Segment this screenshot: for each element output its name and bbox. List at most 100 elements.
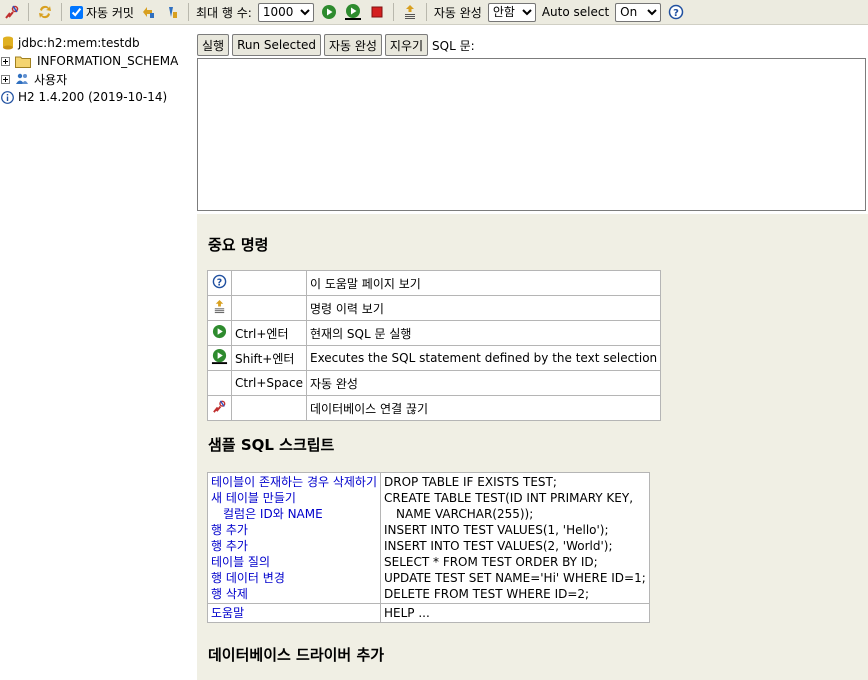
tree-item-label: 사용자 (34, 72, 68, 87)
auto-commit-label: 자동 커밋 (86, 5, 134, 20)
tree-item-label: jdbc:h2:mem:testdb (18, 36, 140, 50)
samples-table: 테이블이 존재하는 경우 삭제하기 새 테이블 만들기 컬럼은 ID와 NAME… (206, 472, 650, 623)
toolbar-separator (392, 3, 394, 21)
cmd-icon-cell (207, 345, 232, 371)
stop-icon[interactable] (367, 2, 387, 22)
tree-item-connection[interactable]: jdbc:h2:mem:testdb (0, 34, 196, 52)
tree-item-version: H2 1.4.200 (2019-10-14) (0, 88, 196, 106)
tree-item-information-schema[interactable]: INFORMATION_SCHEMA (0, 52, 196, 70)
sample-link-select[interactable]: 테이블 질의 (211, 554, 377, 570)
help-link-cell: 도움말 (206, 603, 382, 623)
toolbar-separator (187, 3, 189, 21)
sample-code-cell: DROP TABLE IF EXISTS TEST; CREATE TABLE … (380, 472, 650, 604)
rollback-icon[interactable] (138, 2, 158, 22)
sample-sql-title: 샘플 SQL 스크립트 (208, 436, 335, 454)
table-row: 도움말 HELP ... (206, 603, 650, 623)
cmd-icon-cell: ? (207, 270, 232, 296)
auto-commit-checkbox[interactable]: 자동 커밋 (68, 4, 134, 21)
cmd-desc: Executes the SQL statement defined by th… (305, 345, 662, 371)
expand-icon[interactable] (1, 56, 10, 66)
run-icon[interactable] (212, 324, 227, 339)
help-icon[interactable]: ? (212, 274, 227, 289)
commands-table: ? 이 도움말 페이지 보기 명령 이력 보기 Ctrl+엔터 현재의 SQL (207, 270, 662, 421)
cmd-desc: 현재의 SQL 문 실행 (305, 320, 662, 346)
sample-code-line: UPDATE TEST SET NAME='Hi' WHERE ID=1; (384, 571, 646, 585)
sql-label: SQL 문: (432, 38, 475, 53)
run-selected-button[interactable]: Run Selected (232, 34, 321, 56)
toolbar-separator (61, 3, 62, 21)
add-drivers-title: 데이터베이스 드라이버 추가 (208, 646, 385, 664)
cmd-key (231, 295, 307, 321)
sample-code-line: CREATE TABLE TEST(ID INT PRIMARY KEY, (384, 491, 634, 505)
sample-code-line: SELECT * FROM TEST ORDER BY ID; (384, 555, 598, 569)
help-icon[interactable]: ? (666, 2, 686, 22)
sql-input[interactable] (197, 58, 866, 211)
cmd-key: Ctrl+엔터 (231, 320, 307, 346)
folder-icon (15, 55, 31, 68)
table-row: Ctrl+엔터 현재의 SQL 문 실행 (207, 320, 662, 346)
sample-link-update[interactable]: 행 데이터 변경 (211, 570, 377, 586)
object-tree: jdbc:h2:mem:testdb INFORMATION_SCHEMA 사용… (0, 34, 196, 680)
sample-code-line: DROP TABLE IF EXISTS TEST; (384, 475, 557, 489)
refresh-icon[interactable] (35, 2, 55, 22)
expand-icon[interactable] (1, 74, 10, 84)
users-icon (15, 72, 29, 86)
tree-item-users[interactable]: 사용자 (0, 70, 196, 88)
sample-link-drop-table[interactable]: 테이블이 존재하는 경우 삭제하기 (211, 474, 377, 490)
cmd-desc: 자동 완성 (305, 370, 662, 396)
toolbar-separator (425, 3, 427, 21)
sample-link-insert-1[interactable]: 행 추가 (211, 522, 377, 538)
sample-link-columns[interactable]: 컬럼은 ID와 NAME (211, 506, 377, 522)
execute-button[interactable]: 실행 (197, 34, 230, 56)
auto-complete-select[interactable]: 안함 (487, 2, 536, 22)
table-row: 데이터베이스 연결 끊기 (207, 395, 662, 421)
clear-button[interactable]: 지우기 (384, 34, 429, 56)
sample-links-cell: 테이블이 존재하는 경우 삭제하기 새 테이블 만들기 컬럼은 ID와 NAME… (206, 472, 382, 604)
cmd-icon-cell (207, 295, 232, 321)
sample-link-insert-2[interactable]: 행 추가 (211, 538, 377, 554)
toolbar: 자동 커밋 최대 행 수: 1000 자동 완성 안함 Auto select … (0, 0, 868, 25)
sample-code-line: HELP ... (384, 606, 430, 620)
cmd-desc: 데이터베이스 연결 끊기 (305, 395, 662, 421)
auto-complete-label: 자동 완성 (433, 5, 482, 20)
sample-code-line: DELETE FROM TEST WHERE ID=2; (384, 587, 590, 601)
table-row: 테이블이 존재하는 경우 삭제하기 새 테이블 만들기 컬럼은 ID와 NAME… (206, 472, 650, 604)
important-commands-title: 중요 명령 (208, 236, 269, 254)
run-selected-icon[interactable] (343, 2, 363, 22)
history-icon[interactable] (212, 299, 227, 314)
disconnect-icon[interactable] (212, 399, 227, 414)
table-row: ? 이 도움말 페이지 보기 (207, 270, 662, 296)
history-icon[interactable] (400, 2, 420, 22)
cmd-icon-cell (207, 395, 232, 421)
query-toolbar: 실행 Run Selected 자동 완성 지우기 SQL 문: (197, 33, 475, 57)
sample-link-create-table[interactable]: 새 테이블 만들기 (211, 490, 377, 506)
cmd-desc: 명령 이력 보기 (305, 295, 662, 321)
disconnect-icon[interactable] (2, 2, 22, 22)
table-row: Shift+엔터 Executes the SQL statement defi… (207, 345, 662, 371)
tree-item-label: H2 1.4.200 (2019-10-14) (18, 90, 168, 104)
max-rows-select[interactable]: 1000 (257, 2, 314, 22)
cmd-key: Shift+엔터 (231, 345, 307, 371)
cmd-key: Ctrl+Space (231, 370, 307, 396)
run-icon[interactable] (319, 2, 339, 22)
cmd-key (231, 270, 307, 296)
sample-link-delete[interactable]: 행 삭제 (211, 586, 377, 602)
auto-complete-button[interactable]: 자동 완성 (323, 34, 382, 56)
tree-item-label: INFORMATION_SCHEMA (37, 54, 179, 68)
database-icon (2, 36, 14, 50)
cmd-desc: 이 도움말 페이지 보기 (305, 270, 662, 296)
auto-select-select[interactable]: On (615, 2, 662, 22)
sample-code-line: NAME VARCHAR(255)); (396, 507, 534, 521)
cmd-icon-cell (207, 370, 232, 396)
help-panel: 중요 명령 ? 이 도움말 페이지 보기 명령 이력 보기 Ctrl+엔터 현재… (197, 214, 868, 680)
sample-link-help[interactable]: 도움말 (211, 605, 377, 621)
commit-icon[interactable] (162, 2, 182, 22)
svg-text:?: ? (673, 8, 679, 19)
info-icon (1, 90, 14, 104)
toolbar-separator (28, 3, 29, 21)
max-rows-label: 최대 행 수: (195, 5, 252, 20)
auto-commit-check[interactable] (70, 5, 83, 19)
auto-select-label: Auto select (541, 5, 610, 19)
run-selected-icon[interactable] (211, 348, 228, 365)
cmd-icon-cell (207, 320, 232, 346)
